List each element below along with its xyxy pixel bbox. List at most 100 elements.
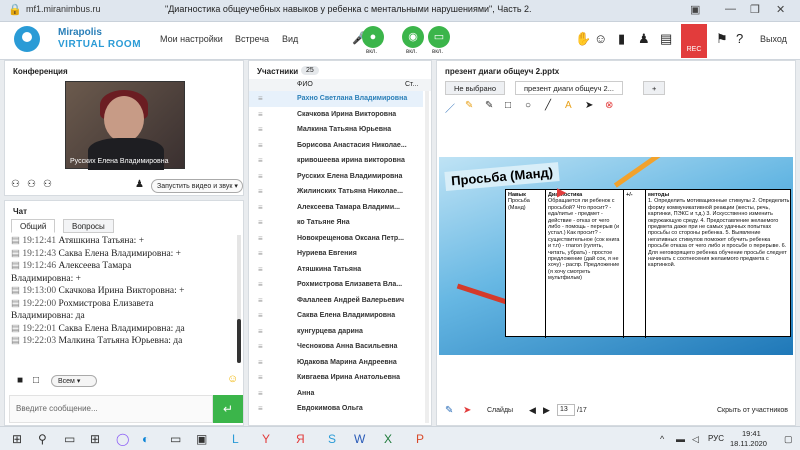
drag-handle-icon[interactable]: ≡ bbox=[258, 94, 263, 103]
participant-video-icon[interactable]: ⚇ bbox=[11, 179, 20, 190]
add-tab-button[interactable]: + bbox=[643, 81, 666, 95]
drag-handle-icon[interactable]: ≡ bbox=[258, 296, 263, 305]
drag-handle-icon[interactable]: ≡ bbox=[258, 342, 263, 351]
hide-from-participants[interactable]: Скрыть от участников bbox=[717, 407, 788, 414]
yandex-icon[interactable]: Я bbox=[296, 432, 305, 446]
page-input[interactable]: 13 bbox=[557, 404, 575, 416]
participant-row[interactable]: ≡ Фалалеев Андрей Валерьевич bbox=[249, 293, 423, 309]
layout-icon[interactable]: ▤ bbox=[660, 31, 672, 47]
participant-row[interactable]: ≡ кунгурцева дарина bbox=[249, 324, 423, 340]
draw-toggle-icon[interactable]: ✎ bbox=[445, 405, 453, 416]
powerpoint-icon[interactable]: P bbox=[416, 432, 424, 446]
drag-handle-icon[interactable]: ≡ bbox=[258, 249, 263, 258]
tab-questions[interactable]: Вопросы bbox=[63, 219, 114, 233]
participant-row[interactable]: ≡ Чеснокова Анна Васильевна bbox=[249, 339, 423, 355]
url-field[interactable]: mf1.miranimbus.ru bbox=[26, 4, 101, 14]
exit-button[interactable]: Выход bbox=[760, 34, 787, 44]
drag-handle-icon[interactable]: ≡ bbox=[258, 234, 263, 243]
users-icon[interactable]: ♟ bbox=[638, 31, 650, 47]
close-icon[interactable]: ✕ bbox=[776, 3, 785, 16]
flag-icon[interactable]: ⚑ bbox=[716, 31, 728, 47]
menu-view[interactable]: Вид bbox=[282, 34, 298, 44]
participant-row[interactable]: ≡ Малкина Татьяна Юрьевна bbox=[249, 122, 423, 138]
participant-row[interactable]: ≡ Русских Елена Владимировна bbox=[249, 169, 423, 185]
alice-icon[interactable]: ◯ bbox=[116, 432, 129, 446]
notifications-icon[interactable]: ▢ bbox=[784, 434, 793, 445]
drag-handle-icon[interactable]: ≡ bbox=[258, 389, 263, 398]
participants-scrollbar[interactable] bbox=[425, 91, 429, 423]
line-icon[interactable]: ╱ bbox=[545, 100, 551, 111]
send-button[interactable]: ↵ bbox=[213, 395, 243, 423]
tab-icon[interactable]: ▣ bbox=[690, 3, 700, 16]
participant-row[interactable]: ≡ Кивгаева Ирина Анатольевна bbox=[249, 370, 423, 386]
network-icon[interactable]: ▬ bbox=[676, 434, 685, 444]
help-icon[interactable]: ? bbox=[736, 31, 743, 46]
participant-row[interactable]: ≡ Евдокимова Ольга bbox=[249, 401, 423, 417]
highlighter-icon[interactable]: ✎ bbox=[485, 100, 493, 111]
participant-row[interactable]: ≡ Нуриева Евгения bbox=[249, 246, 423, 262]
color-icon[interactable]: ■ bbox=[17, 375, 23, 386]
chat-scrollbar[interactable] bbox=[237, 235, 241, 363]
tab-presentation[interactable]: презент диаги общеуч 2... bbox=[515, 81, 623, 95]
tray-arrow-icon[interactable]: ^ bbox=[660, 434, 664, 444]
skype-icon[interactable]: S bbox=[328, 432, 336, 446]
menu-settings[interactable]: Мои настройки bbox=[160, 34, 223, 44]
yandex-browser-icon[interactable]: Y bbox=[262, 432, 270, 446]
participant-row[interactable]: ≡ Рахно Светлана Владимировна bbox=[249, 91, 423, 107]
participant-row[interactable]: ≡ Скачкова Ирина Викторовна bbox=[249, 107, 423, 123]
edge-icon[interactable]: ◐ bbox=[142, 432, 149, 446]
participant-row[interactable]: ≡ Саква Елена Владимировна bbox=[249, 308, 423, 324]
col-status[interactable]: Ст... bbox=[405, 81, 418, 88]
tab-not-selected[interactable]: Не выбрано bbox=[445, 81, 505, 95]
participant-row[interactable]: ≡ Новокрещенова Оксана Петр... bbox=[249, 231, 423, 247]
next-slide-icon[interactable]: ▶ bbox=[543, 405, 550, 416]
pointer-icon[interactable]: ➤ bbox=[585, 100, 593, 111]
participant-row[interactable]: ≡ Юдакова Марина Андреевна bbox=[249, 355, 423, 371]
participant-row[interactable]: ≡ Алексеева Тамара Владими... bbox=[249, 200, 423, 216]
participant-row[interactable]: ≡ ко Татьяне Яна bbox=[249, 215, 423, 231]
clear-icon[interactable]: ⊗ bbox=[605, 100, 613, 111]
pen-icon[interactable]: ／ bbox=[445, 100, 455, 115]
drag-handle-icon[interactable]: ≡ bbox=[258, 311, 263, 320]
raise-hand-icon[interactable]: ✋ bbox=[575, 31, 591, 47]
prev-slide-icon[interactable]: ◀ bbox=[529, 405, 536, 416]
widgets-icon[interactable]: ⊞ bbox=[90, 432, 100, 446]
video-feed[interactable]: Русских Елена Владимировна bbox=[65, 81, 185, 170]
text-icon[interactable]: A bbox=[565, 100, 572, 111]
participant-row[interactable]: ≡ кривошеева ирина викторовна bbox=[249, 153, 423, 169]
start-video-button[interactable]: Запустить видео и звук ▾ bbox=[151, 179, 243, 193]
participant-row[interactable]: ≡ Анна bbox=[249, 386, 423, 402]
participant-row[interactable]: ≡ Жилинских Татьяна Николае... bbox=[249, 184, 423, 200]
language-indicator[interactable]: РУС bbox=[708, 434, 724, 443]
word-icon[interactable]: W bbox=[354, 432, 365, 446]
minimize-icon[interactable]: — bbox=[725, 3, 736, 15]
format-icon[interactable]: □ bbox=[33, 375, 39, 386]
marker-icon[interactable]: ✎ bbox=[465, 100, 473, 111]
menu-meeting[interactable]: Встреча bbox=[235, 34, 269, 44]
drag-handle-icon[interactable]: ≡ bbox=[258, 280, 263, 289]
volume-icon[interactable]: ◁ bbox=[692, 434, 699, 445]
mic-toggle[interactable]: ● bbox=[362, 26, 384, 48]
drag-handle-icon[interactable]: ≡ bbox=[258, 327, 263, 336]
record-button[interactable]: REC bbox=[681, 24, 707, 58]
drag-handle-icon[interactable]: ≡ bbox=[258, 404, 263, 413]
message-input[interactable]: Введите сообщение... bbox=[9, 395, 213, 423]
drag-handle-icon[interactable]: ≡ bbox=[258, 373, 263, 382]
app-l-icon[interactable]: L bbox=[232, 432, 239, 446]
group-icon[interactable]: ⚇ bbox=[43, 179, 52, 190]
drag-handle-icon[interactable]: ≡ bbox=[258, 358, 263, 367]
camera-icon[interactable]: ◉ bbox=[402, 26, 424, 48]
tab-general[interactable]: Общий bbox=[11, 219, 56, 233]
restore-icon[interactable]: ❐ bbox=[750, 3, 760, 16]
excel-icon[interactable]: X bbox=[384, 432, 392, 446]
drag-handle-icon[interactable]: ≡ bbox=[258, 172, 263, 181]
drag-handle-icon[interactable]: ≡ bbox=[258, 156, 263, 165]
recipient-select[interactable]: Всем ▾ bbox=[51, 375, 97, 387]
drag-handle-icon[interactable]: ≡ bbox=[258, 141, 263, 150]
circle-icon[interactable]: ○ bbox=[525, 100, 531, 111]
drag-handle-icon[interactable]: ≡ bbox=[258, 265, 263, 274]
screen-share-icon[interactable]: ▭ bbox=[428, 26, 450, 48]
search-icon[interactable]: ⚲ bbox=[38, 432, 47, 446]
col-name[interactable]: ФИО bbox=[297, 81, 313, 88]
drag-handle-icon[interactable]: ≡ bbox=[258, 203, 263, 212]
